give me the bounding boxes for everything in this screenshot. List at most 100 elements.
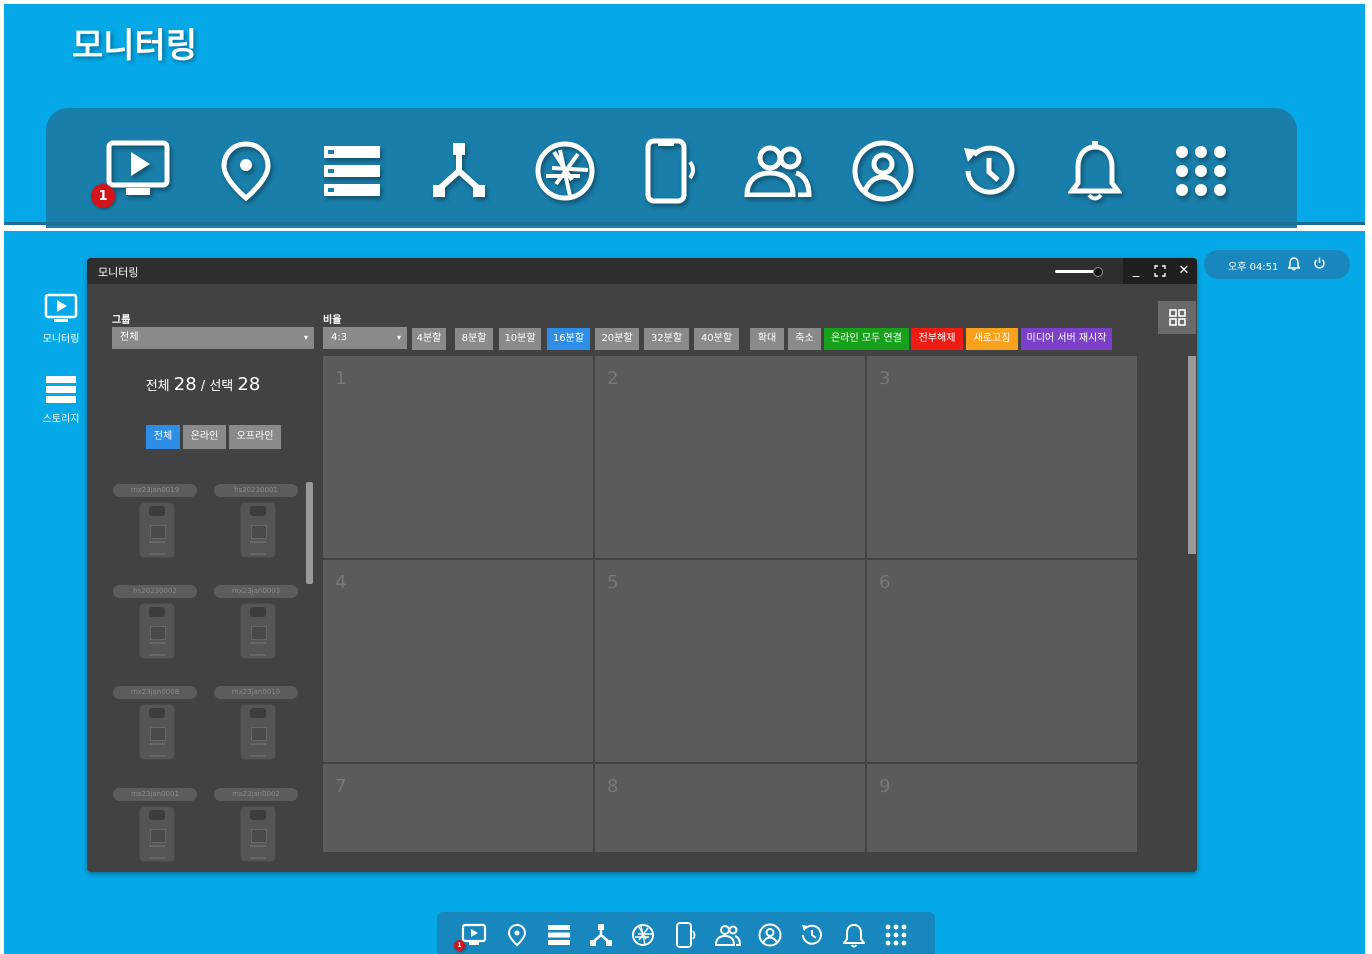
- panel-divider: [4, 222, 1365, 225]
- video-cell[interactable]: 9: [867, 764, 1137, 852]
- zoom-in-button[interactable]: 확대: [750, 328, 784, 350]
- video-cell[interactable]: 5: [595, 560, 865, 762]
- desktop-icon-label: 스토리지: [42, 414, 80, 425]
- device-item[interactable]: mx23jan0008: [113, 686, 199, 772]
- ratio-select[interactable]: 4:3 ▾: [323, 327, 407, 349]
- layout-grid-button[interactable]: [1158, 301, 1196, 334]
- volume-slider-track[interactable]: [1055, 270, 1097, 273]
- body-camera-icon: [139, 806, 175, 862]
- split-8-button[interactable]: 8분할: [455, 328, 493, 350]
- users-icon[interactable]: [743, 136, 813, 206]
- video-cell[interactable]: 4: [323, 560, 593, 762]
- storage-list-icon[interactable]: [317, 136, 387, 206]
- body-camera-icon: [139, 603, 175, 659]
- split-10-button[interactable]: 10분할: [499, 328, 541, 350]
- device-tag: mx23jan0010: [214, 686, 298, 699]
- monitoring-window: 모니터링 _ ✕ 그룹 전체 ▾ 비율 4:3 ▾ 4분할 8분할 10분할 1…: [87, 258, 1197, 872]
- split-4-button[interactable]: 4분할: [412, 328, 446, 350]
- device-item[interactable]: mx23jan0003: [214, 585, 300, 671]
- video-cell[interactable]: 8: [595, 764, 865, 852]
- volume-slider-handle[interactable]: [1093, 267, 1103, 277]
- mobile-signal-icon[interactable]: [637, 136, 707, 206]
- zoom-out-button[interactable]: 축소: [788, 328, 821, 350]
- camera-aperture-icon[interactable]: [630, 922, 656, 948]
- window-titlebar[interactable]: 모니터링 _ ✕: [87, 258, 1197, 284]
- apps-grid-icon[interactable]: [1166, 136, 1236, 206]
- network-tree-icon[interactable]: [424, 136, 494, 206]
- split-40-button[interactable]: 40분할: [694, 328, 739, 350]
- cell-number: 7: [335, 776, 347, 797]
- device-item[interactable]: mx23jan0010: [214, 686, 300, 772]
- camera-aperture-icon[interactable]: [530, 136, 600, 206]
- system-tray: 오후 04:51: [1204, 250, 1350, 279]
- desktop-icon-storage[interactable]: 스토리지: [31, 375, 91, 425]
- tray-bell-icon[interactable]: [1287, 257, 1301, 274]
- grid-scrollbar[interactable]: [1188, 356, 1196, 554]
- minimize-icon[interactable]: _: [1127, 262, 1145, 280]
- total-label: 전체: [145, 379, 170, 394]
- history-icon[interactable]: [799, 922, 825, 948]
- body-camera-icon: [139, 704, 175, 760]
- video-cell[interactable]: 3: [867, 356, 1137, 558]
- storage-list-icon[interactable]: [546, 922, 572, 948]
- power-icon[interactable]: [1313, 257, 1326, 273]
- video-cell[interactable]: 1: [323, 356, 593, 558]
- filter-offline-button[interactable]: 오프라인: [229, 425, 281, 449]
- history-icon[interactable]: [954, 136, 1024, 206]
- video-cell[interactable]: 7: [323, 764, 593, 852]
- video-cell[interactable]: 2: [595, 356, 865, 558]
- filter-online-button[interactable]: 온라인: [183, 425, 226, 449]
- video-cell[interactable]: 6: [867, 560, 1137, 762]
- cell-number: 5: [607, 572, 619, 593]
- device-item[interactable]: hs20230001: [214, 484, 300, 570]
- bell-icon[interactable]: [1060, 136, 1130, 206]
- mobile-signal-icon[interactable]: [673, 922, 699, 948]
- location-pin-icon[interactable]: [504, 922, 530, 948]
- cell-number: 3: [879, 368, 891, 389]
- taskbar-dock: 1: [437, 912, 935, 954]
- connect-all-online-button[interactable]: 온라인 모두 연결: [824, 328, 909, 350]
- top-panel: 모니터링 1: [4, 4, 1365, 228]
- page-title: 모니터링: [72, 26, 198, 66]
- body-camera-icon: [240, 603, 276, 659]
- group-select-value: 전체: [120, 332, 139, 343]
- maximize-icon[interactable]: [1151, 262, 1169, 280]
- device-item[interactable]: mx23jan0019: [113, 484, 199, 570]
- desktop-icon-label: 모니터링: [42, 334, 80, 345]
- device-item[interactable]: ms23jan0001: [113, 788, 199, 872]
- location-pin-icon[interactable]: [211, 136, 281, 206]
- desktop-icon-monitoring[interactable]: 모니터링: [31, 293, 91, 345]
- device-tag: hs20230002: [113, 585, 197, 598]
- cell-number: 6: [879, 572, 891, 593]
- layout-grid-icon: [1169, 309, 1186, 326]
- clock-time: 오후 04:51: [1228, 262, 1279, 273]
- device-item[interactable]: ms23jan0002: [214, 788, 300, 872]
- group-select[interactable]: 전체 ▾: [112, 327, 314, 349]
- ratio-label: 비율: [323, 315, 342, 326]
- user-circle-icon[interactable]: [848, 136, 918, 206]
- count-separator: /: [200, 379, 206, 394]
- restart-media-server-button[interactable]: 미디어 서버 재시작: [1021, 328, 1112, 350]
- bell-icon[interactable]: [841, 922, 867, 948]
- close-icon[interactable]: ✕: [1175, 262, 1193, 280]
- release-all-button[interactable]: 전부해제: [911, 328, 963, 350]
- split-20-button[interactable]: 20분할: [595, 328, 639, 350]
- body-camera-icon: [240, 704, 276, 760]
- notification-badge: 1: [91, 184, 115, 208]
- split-16-button[interactable]: 16분할: [547, 328, 590, 350]
- body-camera-icon: [240, 502, 276, 558]
- users-icon[interactable]: [715, 922, 741, 948]
- selected-label: 선택: [209, 379, 234, 394]
- apps-grid-icon[interactable]: [883, 922, 909, 948]
- split-32-button[interactable]: 32분할: [644, 328, 689, 350]
- refresh-button[interactable]: 새로고침: [966, 328, 1018, 350]
- cell-number: 1: [335, 368, 347, 389]
- device-list-scrollbar[interactable]: [306, 482, 313, 584]
- notification-badge: 1: [454, 940, 465, 951]
- network-tree-icon[interactable]: [588, 922, 614, 948]
- device-item[interactable]: hs20230002: [113, 585, 199, 671]
- filter-all-button[interactable]: 전체: [146, 425, 180, 449]
- device-count: 전체 28 / 선택 28: [87, 374, 319, 395]
- user-circle-icon[interactable]: [757, 922, 783, 948]
- body-camera-icon: [240, 806, 276, 862]
